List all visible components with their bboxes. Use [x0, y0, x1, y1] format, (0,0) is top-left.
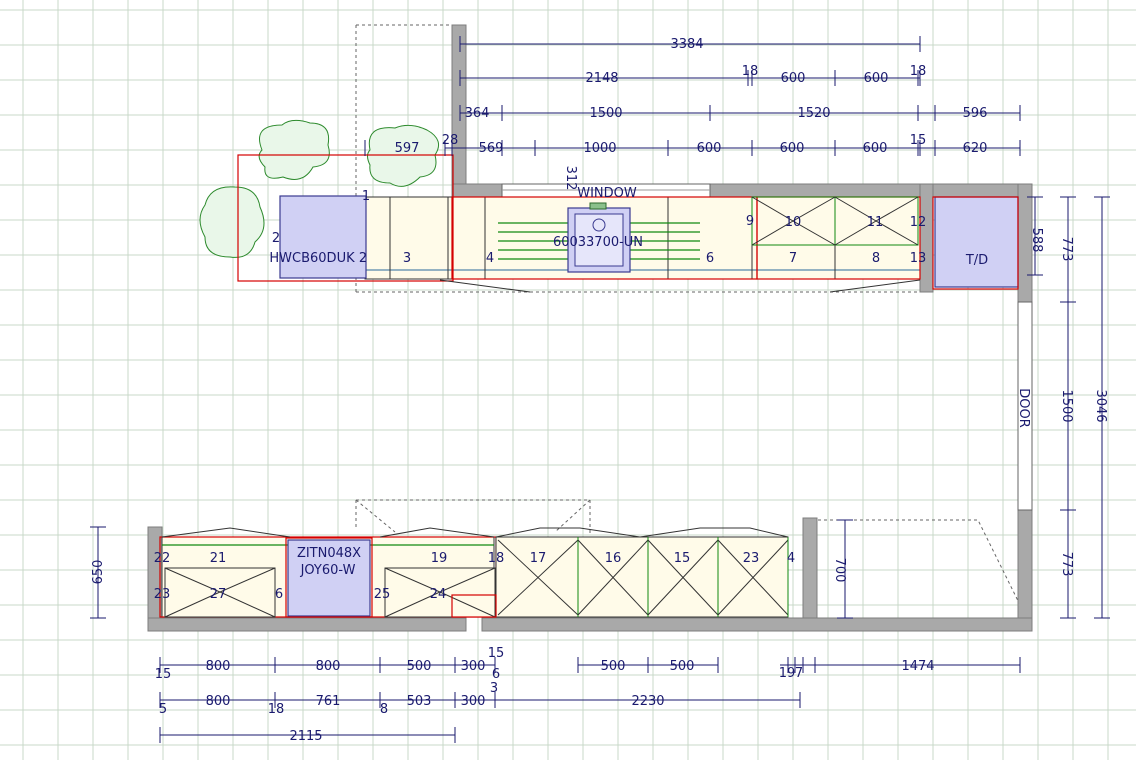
- window-label: WINDOW: [577, 186, 637, 201]
- dim-3046: 3046: [1093, 389, 1108, 422]
- dim-620: 620: [963, 141, 988, 156]
- dim-596: 596: [963, 106, 988, 121]
- dim-b1-300: 300: [461, 659, 486, 674]
- dim-773-top: 773: [1059, 237, 1074, 262]
- hob-model-label: HWCB60DUK: [269, 251, 355, 266]
- appliance-model-label: JOY60-W: [300, 563, 356, 578]
- dim-1000: 1000: [583, 141, 616, 156]
- tumble-dryer-appliance: [934, 196, 1019, 288]
- unit-number: 8: [872, 251, 880, 266]
- unit-number: 18: [488, 551, 505, 566]
- unit-number: 11: [867, 215, 884, 230]
- dim-top-600a: 600: [781, 71, 806, 86]
- appliance-model-partial-label: ZITN048X: [297, 546, 361, 561]
- unit-number: 3: [403, 251, 411, 266]
- unit-number: 1: [362, 189, 370, 204]
- dim-597: 597: [395, 141, 420, 156]
- floor-plan-canvas: 3384 2148 18 600 600 18 364 1500 1520 59…: [0, 0, 1136, 760]
- dim-b2-2230: 2230: [631, 694, 664, 709]
- td-label: T/D: [965, 253, 988, 268]
- dim-588: 588: [1029, 228, 1044, 253]
- unit-number: 7: [789, 251, 797, 266]
- dim-b1-500b: 500: [601, 659, 626, 674]
- dim-1520: 1520: [797, 106, 830, 121]
- unit-number: 10: [785, 215, 802, 230]
- dim-b2-5: 5: [159, 702, 167, 717]
- unit-number: 6: [275, 587, 283, 602]
- dim-773-bottom: 773: [1059, 552, 1074, 577]
- unit-number: 19: [431, 551, 448, 566]
- dim-top-600b: 600: [864, 71, 889, 86]
- dim-b1-1474: 1474: [901, 659, 934, 674]
- dim-b2-3: 3: [490, 681, 498, 696]
- unit-number: 24: [430, 587, 447, 602]
- dim-b1-6: 6: [492, 667, 500, 682]
- dim-b2-800: 800: [206, 694, 231, 709]
- dim-650: 650: [91, 560, 106, 585]
- dim-b2-300: 300: [461, 694, 486, 709]
- unit-number: 27: [210, 587, 227, 602]
- unit-number: 15: [674, 551, 691, 566]
- tap-icon: [589, 202, 607, 210]
- dim-600e: 600: [863, 141, 888, 156]
- unit-number: 13: [910, 251, 927, 266]
- dim-b1-19: 19: [779, 666, 796, 681]
- unit-number: 2: [359, 251, 367, 266]
- dim-b1-15a: 15: [155, 667, 172, 682]
- unit-number: 16: [605, 551, 622, 566]
- unit-number: 4: [486, 251, 494, 266]
- unit-number: 23: [743, 551, 760, 566]
- dim-15: 15: [910, 133, 927, 148]
- dim-364: 364: [465, 106, 490, 121]
- unit-number: 12: [910, 215, 927, 230]
- unit-number: 21: [210, 551, 227, 566]
- dim-top-18a: 18: [742, 64, 759, 79]
- dim-b1-7: 7: [795, 666, 803, 681]
- dim-b1-500c: 500: [670, 659, 695, 674]
- dim-700: 700: [832, 558, 847, 583]
- unit-number: 6: [706, 251, 714, 266]
- dim-top-18b: 18: [910, 64, 927, 79]
- dim-1500: 1500: [589, 106, 622, 121]
- dim-b2-18: 18: [268, 702, 285, 717]
- dim-b1-800b: 800: [316, 659, 341, 674]
- dim-b1-800a: 800: [206, 659, 231, 674]
- dim-312: 312: [563, 166, 578, 191]
- unit-number: 2: [272, 231, 280, 246]
- dim-28: 28: [442, 133, 459, 148]
- unit-number: 17: [530, 551, 547, 566]
- dim-b3-2115: 2115: [289, 729, 322, 744]
- dim-b2-8: 8: [380, 702, 388, 717]
- dim-569: 569: [479, 141, 504, 156]
- dim-600d: 600: [780, 141, 805, 156]
- bottom-cabinet-run: [159, 527, 789, 618]
- dim-b1-500: 500: [407, 659, 432, 674]
- unit-number: 25: [374, 587, 391, 602]
- unit-number: 23: [154, 587, 171, 602]
- dim-top-overall: 3384: [670, 37, 703, 52]
- dim-1500-right: 1500: [1059, 389, 1074, 422]
- dim-600c: 600: [697, 141, 722, 156]
- unit-number: 22: [154, 551, 171, 566]
- dim-top-2148: 2148: [585, 71, 618, 86]
- sink-model-label: 60033700-UN: [553, 235, 643, 250]
- dim-b2-503: 503: [407, 694, 432, 709]
- unit-number: 4: [787, 551, 795, 566]
- dim-b1-15b: 15: [488, 646, 505, 661]
- dim-b2-761: 761: [316, 694, 341, 709]
- door-label: DOOR: [1016, 388, 1031, 428]
- unit-number: 9: [746, 214, 754, 229]
